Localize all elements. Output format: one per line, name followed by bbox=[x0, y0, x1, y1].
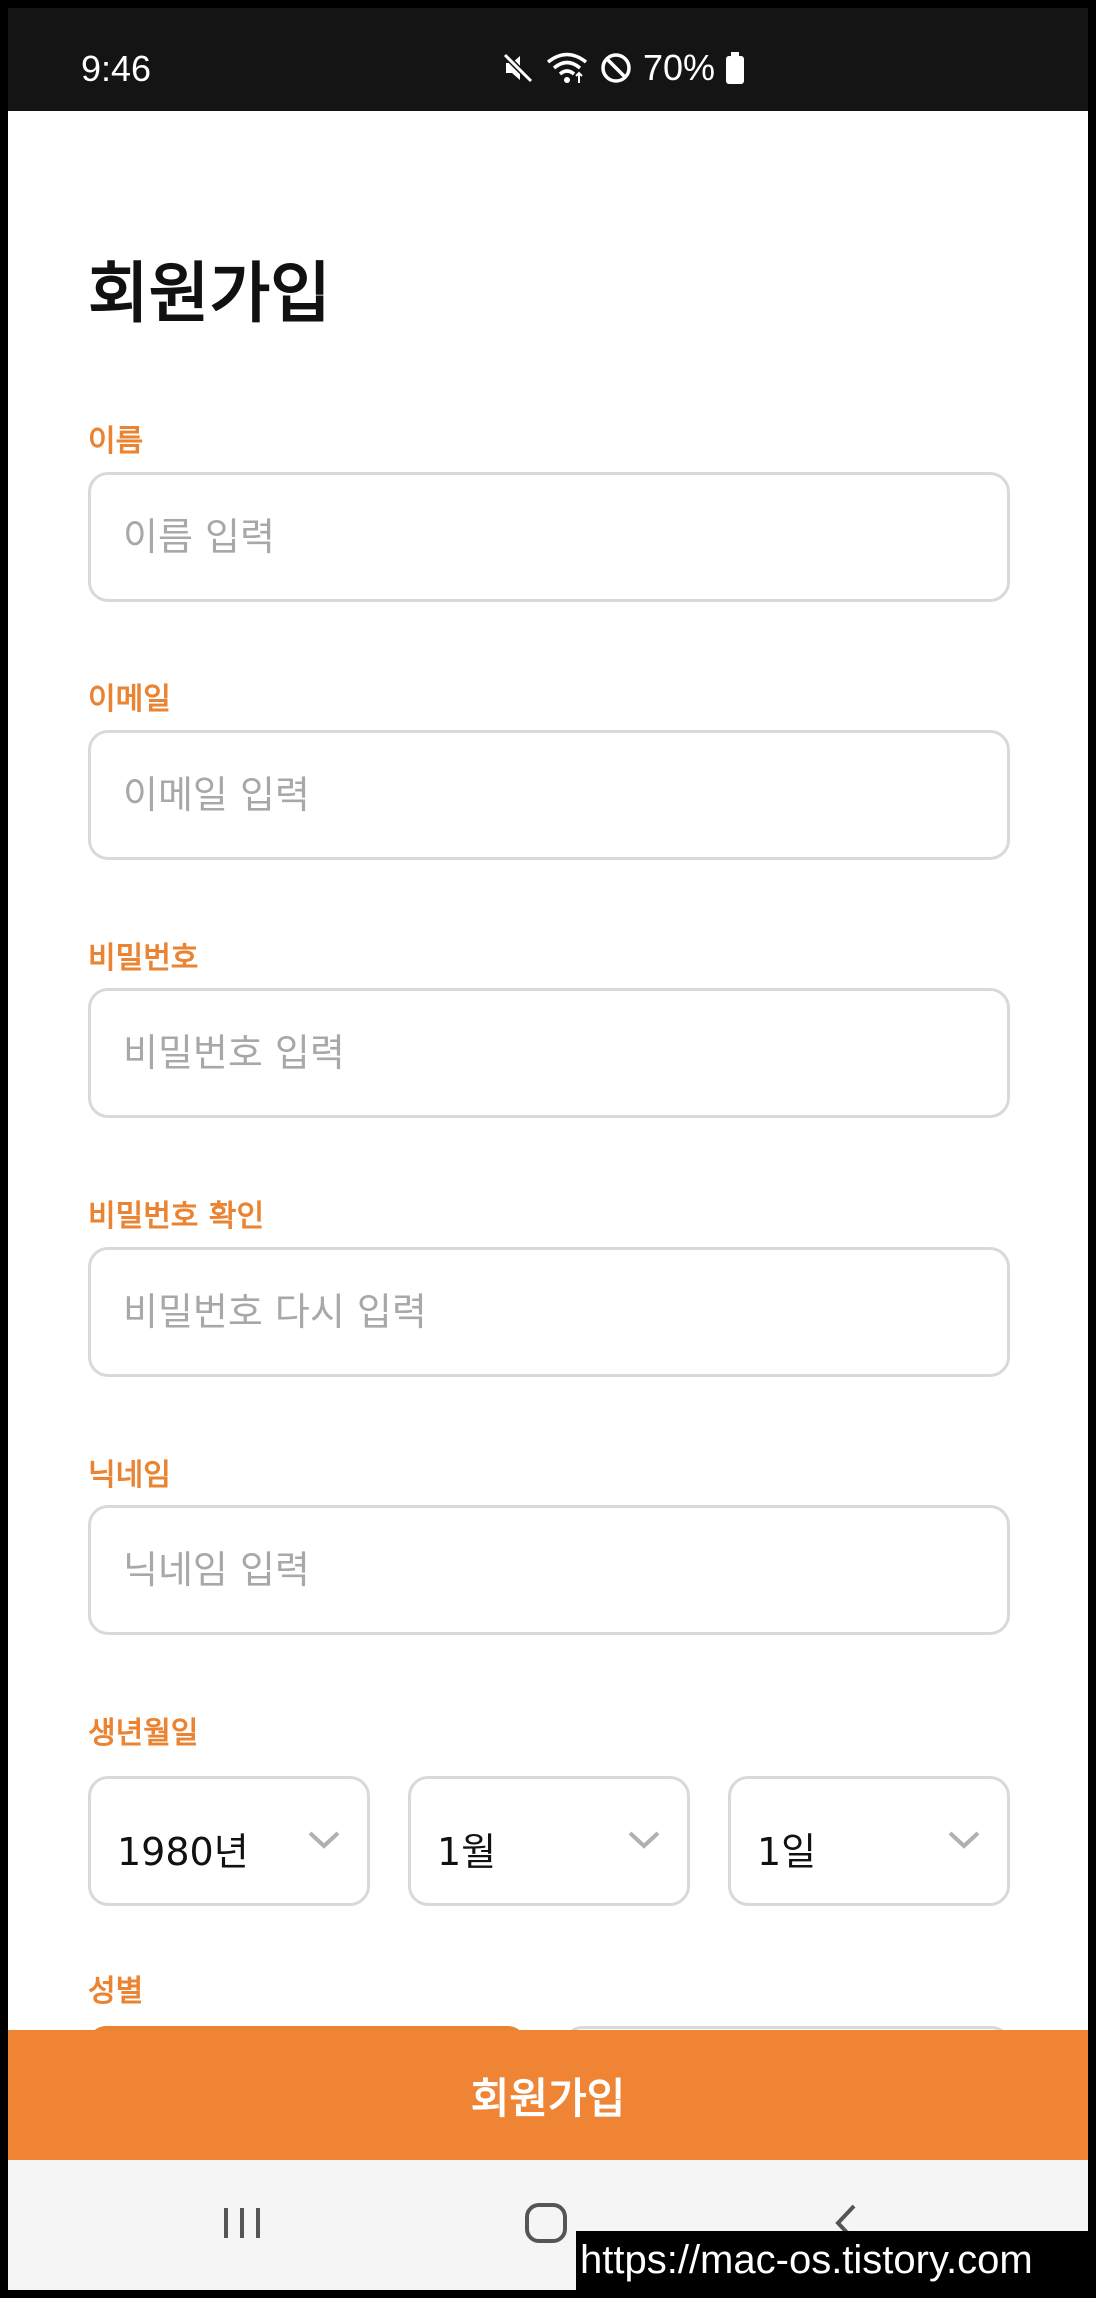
battery-icon bbox=[725, 51, 745, 85]
chevron-down-icon bbox=[947, 1829, 981, 1855]
chevron-down-icon bbox=[627, 1829, 661, 1855]
birth-year-value: 1980년 bbox=[117, 1830, 249, 1874]
signup-button[interactable]: 회원가입 bbox=[8, 2030, 1088, 2160]
wifi-icon bbox=[545, 51, 589, 85]
battery-percent: 70% bbox=[642, 47, 715, 88]
birth-day-value: 1일 bbox=[757, 1830, 817, 1874]
app-screen: 9:46 70% 회원가입 이름 이름 입력 이메일 이메일 입력 비밀번호 비… bbox=[8, 8, 1088, 2290]
email-label: 이메일 bbox=[88, 682, 171, 717]
birthdate-label: 생년월일 bbox=[88, 1716, 199, 1751]
status-bar: 9:46 70% bbox=[8, 8, 1088, 111]
chevron-down-icon bbox=[307, 1829, 341, 1855]
password-input[interactable] bbox=[88, 988, 1010, 1118]
status-time: 9:46 bbox=[81, 48, 152, 89]
do-not-disturb-icon bbox=[599, 51, 633, 85]
birth-day-select[interactable]: 1일 bbox=[728, 1776, 1010, 1906]
password-label: 비밀번호 bbox=[88, 941, 199, 976]
page-title: 회원가입 bbox=[88, 255, 331, 332]
recent-apps-icon[interactable] bbox=[220, 2200, 264, 2250]
birth-month-select[interactable]: 1월 bbox=[408, 1776, 690, 1906]
birth-year-select[interactable]: 1980년 bbox=[88, 1776, 370, 1906]
gender-label: 성별 bbox=[88, 1974, 144, 2009]
name-input[interactable] bbox=[88, 472, 1010, 602]
name-label: 이름 bbox=[88, 424, 144, 459]
birth-month-value: 1월 bbox=[437, 1830, 497, 1874]
password-confirm-label: 비밀번호 확인 bbox=[88, 1199, 265, 1234]
email-input[interactable] bbox=[88, 730, 1010, 860]
home-icon[interactable] bbox=[522, 2200, 570, 2250]
watermark: https://mac-os.tistory.com bbox=[576, 2231, 1088, 2290]
password-confirm-input[interactable] bbox=[88, 1247, 1010, 1377]
nickname-label: 닉네임 bbox=[88, 1458, 171, 1493]
mute-icon bbox=[501, 51, 535, 85]
nickname-input[interactable] bbox=[88, 1505, 1010, 1635]
status-icons: 70% bbox=[501, 46, 745, 90]
